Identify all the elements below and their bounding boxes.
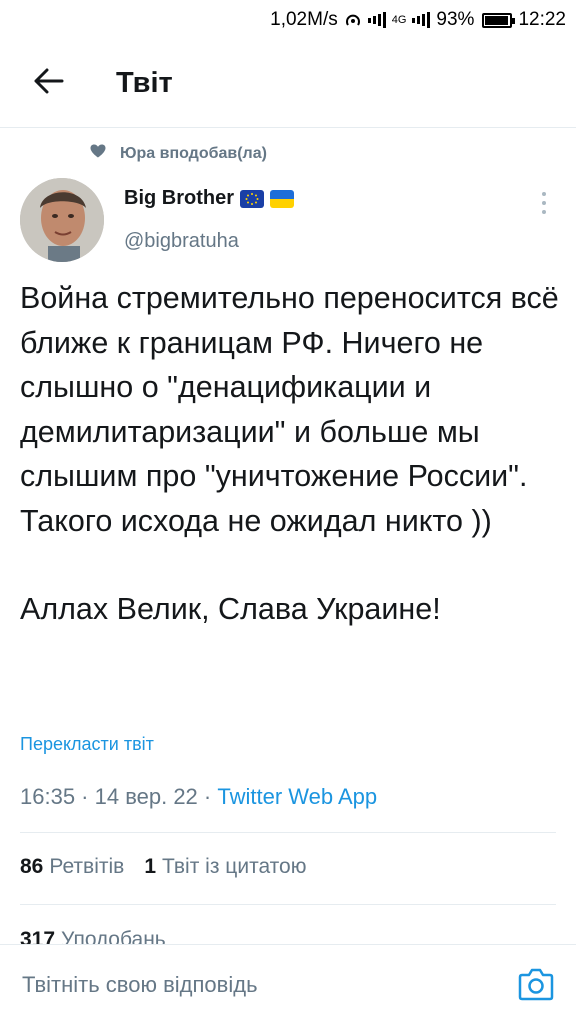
likes-stat[interactable]: 317 Уподобань — [20, 926, 166, 946]
author-name[interactable]: Big Brother — [124, 187, 294, 210]
avatar[interactable] — [20, 178, 104, 262]
quotes-label: Твіт із цитатою — [162, 855, 307, 878]
camera-icon — [518, 968, 554, 1005]
translate-tweet-link[interactable]: Перекласти твіт — [20, 734, 154, 755]
tweet-text: Война стремительно переносится всё ближе… — [20, 276, 566, 632]
social-context[interactable]: Юра вподобав(ла) — [90, 144, 267, 163]
battery-percent: 93% — [436, 9, 475, 30]
social-context-label: Юра вподобав(ла) — [120, 144, 267, 162]
back-button[interactable] — [14, 54, 84, 114]
reply-input[interactable]: Твітніть свою відповідь — [0, 945, 500, 1024]
quotes-stat[interactable]: 1 Твіт із цитатою — [144, 855, 306, 879]
page-title: Твіт — [116, 67, 173, 99]
reply-bar: Твітніть свою відповідь — [0, 944, 576, 1024]
network-speed: 1,02M/s — [270, 9, 338, 30]
clock: 12:22 — [518, 9, 566, 30]
retweets-count: 86 — [20, 855, 44, 878]
network-type: 4G — [391, 14, 407, 26]
battery-icon — [482, 12, 516, 28]
tweet-paragraph: Война стремительно переносится всё ближе… — [20, 281, 559, 538]
quotes-count: 1 — [144, 855, 156, 878]
author-handle[interactable]: @bigbratuha — [124, 230, 239, 253]
tweet-timestamp[interactable]: 16:35 · 14 вер. 22 · — [20, 784, 217, 809]
heart-icon — [90, 144, 106, 163]
hotspot-icon — [344, 11, 362, 29]
more-dot-icon — [542, 201, 546, 205]
tweet-paragraph: Аллах Велик, Слава Украине! — [20, 592, 441, 626]
tweet-stats: 86 Ретвітів 1 Твіт із цитатою — [20, 855, 306, 879]
divider — [20, 904, 556, 905]
more-dot-icon — [542, 210, 546, 214]
retweets-label: Ретвітів — [49, 855, 125, 878]
arrow-left-icon — [34, 68, 64, 99]
battery-fill — [485, 15, 508, 25]
signal-icon-2 — [412, 12, 431, 28]
camera-button[interactable] — [518, 967, 558, 1003]
eu-flag-icon — [240, 189, 264, 208]
tweet-source-link[interactable]: Twitter Web App — [217, 784, 377, 809]
more-dot-icon — [542, 192, 546, 196]
ukraine-flag-icon — [270, 189, 294, 208]
status-bar: 1,02M/s 4G 93% 12:22 — [0, 0, 576, 40]
author-display-name: Big Brother — [124, 187, 234, 209]
retweets-stat[interactable]: 86 Ретвітів — [20, 855, 124, 879]
signal-icon — [367, 12, 386, 28]
tweet-meta: 16:35 · 14 вер. 22 · Twitter Web App — [20, 784, 377, 810]
more-options-button[interactable] — [530, 186, 558, 220]
divider — [20, 832, 556, 833]
header: Твіт — [0, 40, 576, 128]
